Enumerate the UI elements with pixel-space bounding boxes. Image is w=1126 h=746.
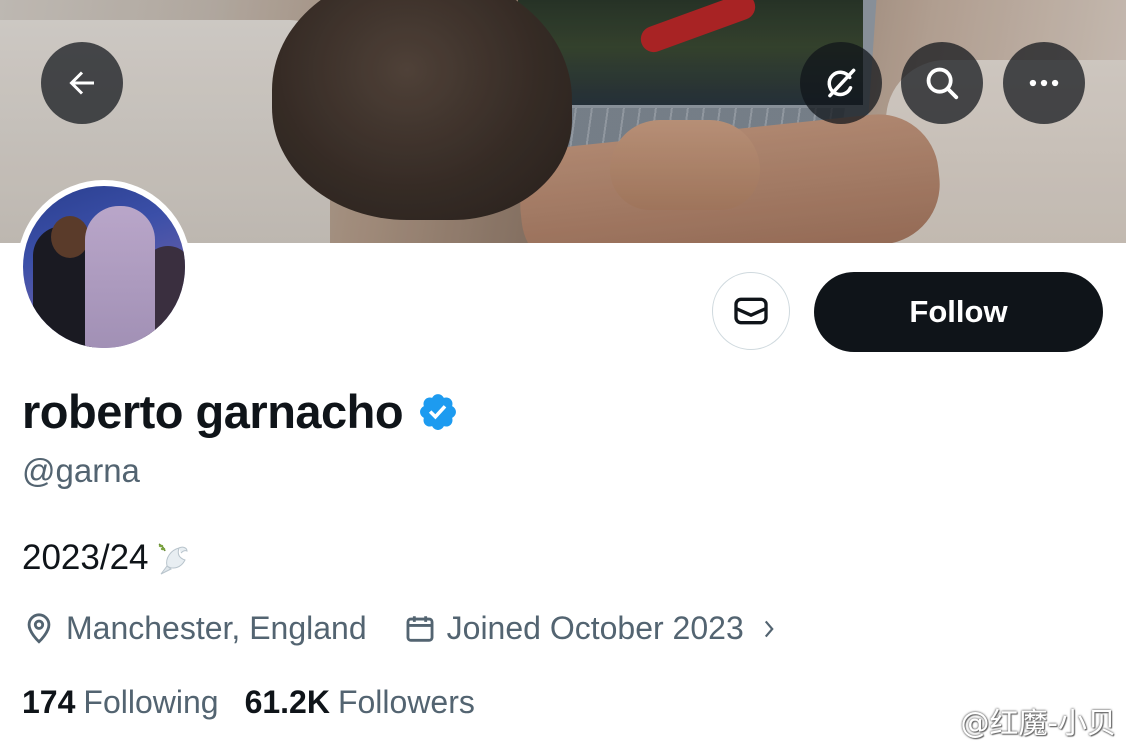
search-button[interactable] xyxy=(901,42,983,124)
dove-emoji-icon xyxy=(158,543,188,575)
watermark: @红魔-小贝 xyxy=(915,700,1116,742)
back-button[interactable] xyxy=(41,42,123,124)
location: Manchester, England xyxy=(22,610,367,647)
handle: @garna xyxy=(22,452,140,489)
profile-banner[interactable] xyxy=(0,0,1126,243)
back-arrow-icon xyxy=(69,71,94,95)
more-button[interactable] xyxy=(1003,42,1085,124)
grok-button[interactable] xyxy=(800,42,882,124)
more-icon xyxy=(1029,79,1059,87)
verified-badge-icon[interactable] xyxy=(417,391,459,433)
joined-date[interactable]: Joined October 2023 xyxy=(403,610,790,647)
weibo-logo-icon xyxy=(916,709,951,736)
bio: 2023/24 xyxy=(22,536,197,580)
avatar-person-left-head xyxy=(51,216,89,258)
following-count: 174 xyxy=(22,684,76,720)
calendar-icon xyxy=(406,615,434,642)
bio-text: 2023/24 xyxy=(22,538,149,577)
watermark-text: @红魔-小贝 xyxy=(960,706,1116,740)
name-row: roberto garnacho xyxy=(22,384,459,439)
grok-icon xyxy=(827,68,856,98)
avatar-person-center xyxy=(85,206,155,348)
display-name: roberto garnacho xyxy=(22,385,404,438)
follow-button[interactable]: Follow xyxy=(814,272,1103,352)
followers-label: Followers xyxy=(337,684,475,720)
avatar-photo xyxy=(23,186,185,348)
envelope-icon xyxy=(734,297,768,325)
following-label: Following xyxy=(83,684,219,720)
banner-overlay xyxy=(0,0,1126,243)
following-link[interactable]: 174 Following xyxy=(22,684,219,721)
location-pin-icon xyxy=(27,612,51,644)
message-button[interactable] xyxy=(712,272,790,350)
profile-meta: Manchester, England Joined October 2023 xyxy=(22,610,790,647)
followers-count: 61.2K xyxy=(244,684,330,720)
location-text: Manchester, England xyxy=(66,610,367,646)
follow-stats: 174 Following 61.2K Followers xyxy=(22,684,475,721)
joined-text: Joined October 2023 xyxy=(446,610,744,646)
chevron-right-icon xyxy=(764,620,774,637)
search-icon xyxy=(926,67,959,100)
avatar[interactable] xyxy=(17,180,191,354)
followers-link[interactable]: 61.2K Followers xyxy=(245,684,475,721)
